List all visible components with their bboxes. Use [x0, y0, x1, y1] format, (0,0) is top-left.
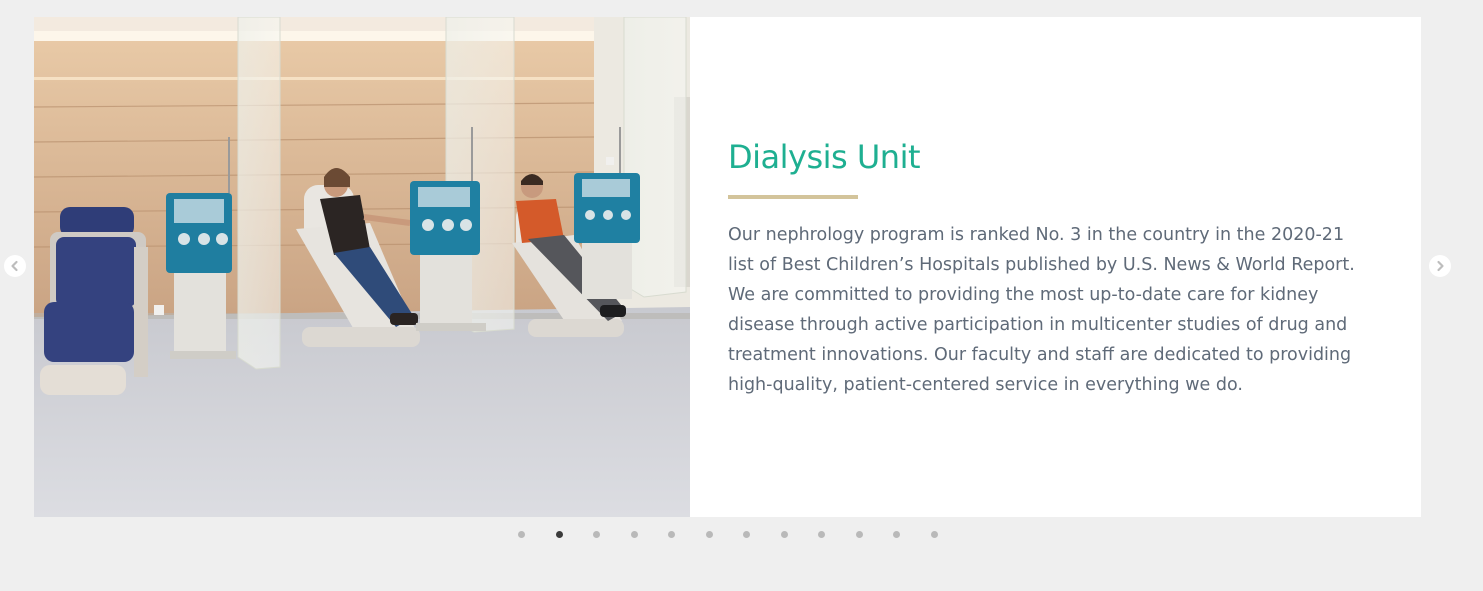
carousel-dot[interactable] [705, 531, 713, 538]
carousel-dot[interactable] [518, 531, 525, 538]
title-underline [728, 195, 858, 200]
chevron-right-icon [1434, 260, 1446, 272]
carousel-dot[interactable] [555, 531, 563, 538]
carousel-dot[interactable] [780, 531, 788, 538]
carousel-dot[interactable] [593, 531, 600, 538]
slide-title: Dialysis Unit [728, 138, 921, 176]
chevron-left-icon [9, 260, 21, 272]
carousel-dot[interactable] [668, 531, 675, 538]
carousel-slide: Dialysis Unit Our nephrology program is … [34, 17, 1421, 517]
dialysis-unit-photo [34, 17, 690, 517]
carousel-prev-button[interactable] [4, 255, 26, 277]
slide-text-panel: Dialysis Unit Our nephrology program is … [728, 138, 1378, 400]
carousel-dot[interactable] [743, 531, 750, 538]
carousel-dot[interactable] [630, 531, 638, 538]
carousel-dot[interactable] [930, 531, 938, 538]
carousel-dot[interactable] [855, 531, 863, 538]
carousel-dot[interactable] [818, 531, 825, 538]
carousel-next-button[interactable] [1429, 255, 1451, 277]
slide-description: Our nephrology program is ranked No. 3 i… [728, 225, 1355, 396]
carousel-dot[interactable] [893, 531, 900, 538]
